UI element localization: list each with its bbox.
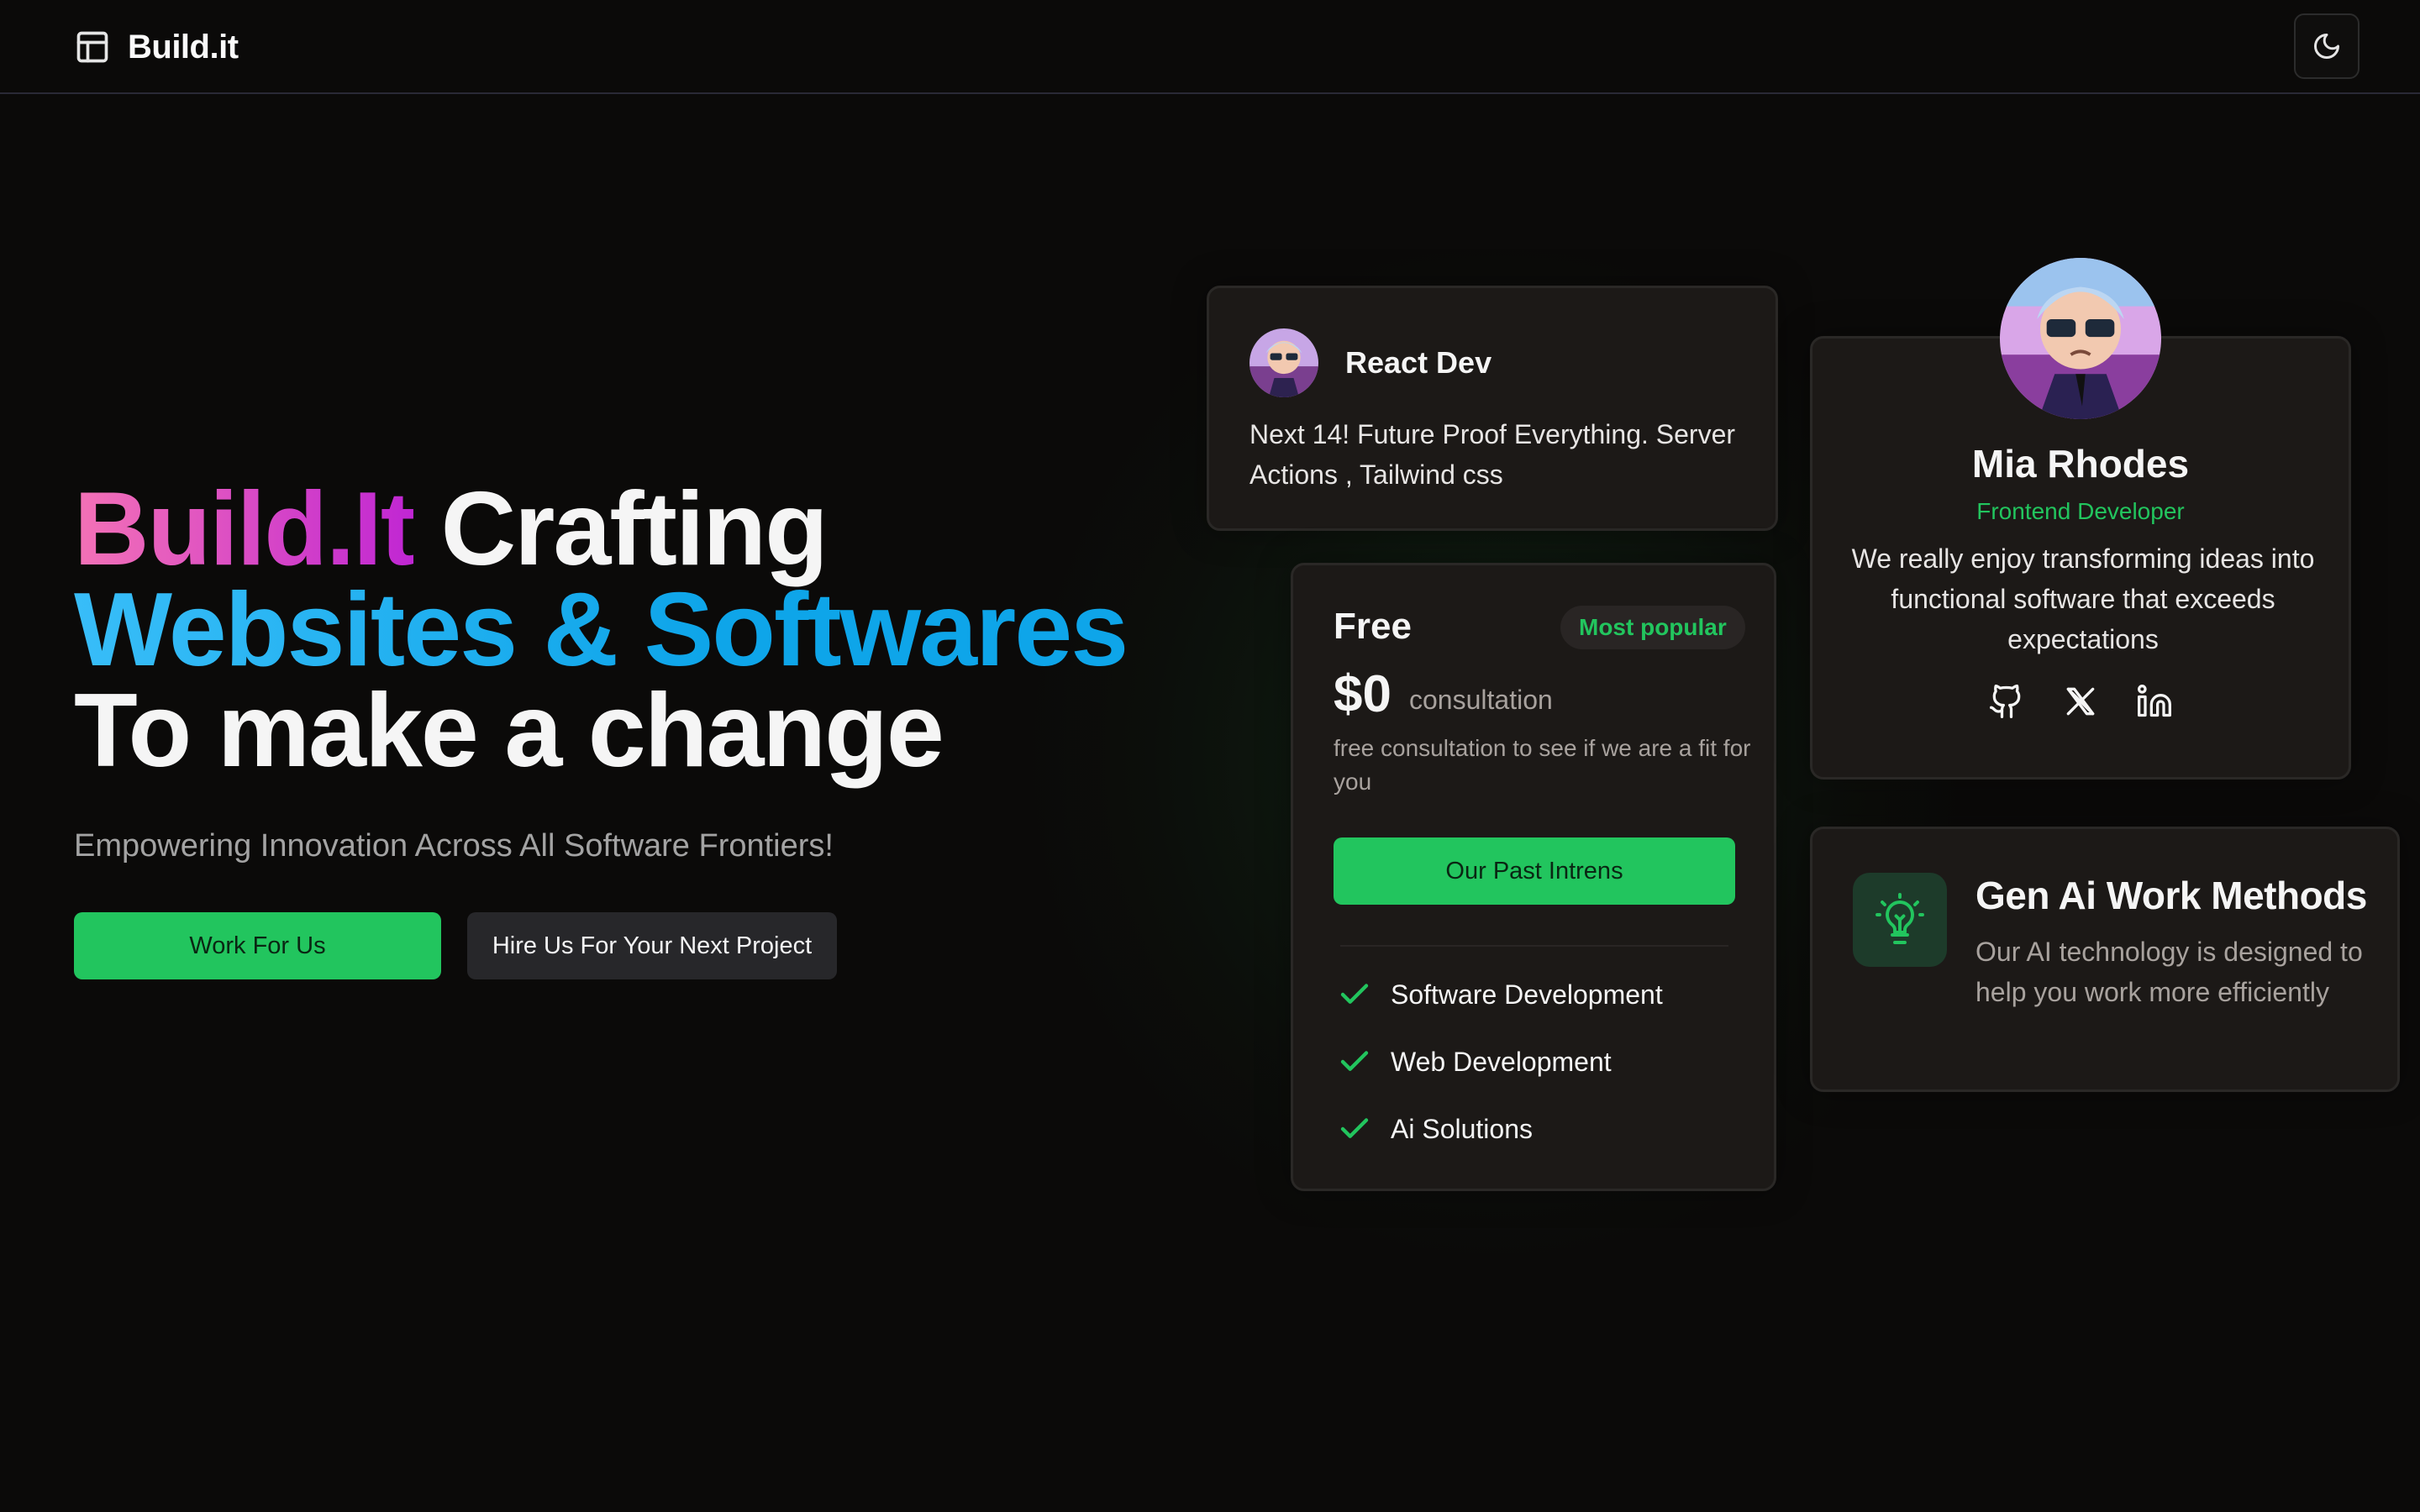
gen-ai-card: Gen Ai Work Methods Our AI technology is… xyxy=(1810,827,2400,1092)
x-icon[interactable] xyxy=(2062,683,2099,720)
brand-name: Build.it xyxy=(128,28,239,66)
layout-panel-icon xyxy=(76,31,108,63)
social-links xyxy=(1812,683,2349,720)
feature-item: Software Development xyxy=(1337,977,1663,1012)
most-popular-badge: Most popular xyxy=(1560,606,1745,649)
react-dev-title: React Dev xyxy=(1345,345,1492,380)
check-icon xyxy=(1340,1118,1369,1138)
page: Build.it Build.It Crafting Websites & So… xyxy=(0,0,2420,1512)
hero-title-brand: Build.It xyxy=(74,471,415,587)
profile-avatar xyxy=(2000,258,2161,419)
check-icon xyxy=(1340,984,1369,1004)
past-interns-button[interactable]: Our Past Intrens xyxy=(1334,837,1735,905)
lightbulb-icon xyxy=(1876,893,1924,944)
feature-item: Ai Solutions xyxy=(1337,1111,1533,1147)
hero-title-crafting: Crafting xyxy=(413,471,829,587)
profile-name: Mia Rhodes xyxy=(1971,442,2190,486)
profile-bio: We really enjoy transforming ideas into … xyxy=(1851,543,2315,654)
feature-item: Web Development xyxy=(1337,1044,1612,1079)
react-dev-avatar xyxy=(1249,328,1318,397)
hire-us-button[interactable]: Hire Us For Your Next Project xyxy=(467,912,837,979)
hero-title: Build.It Crafting Websites & Softwares T… xyxy=(74,477,1128,789)
check-icon xyxy=(1340,1051,1369,1071)
moon-icon xyxy=(2314,34,2339,59)
plan-name: Free xyxy=(1334,606,1412,647)
plan-description: free consultation to see if we are a fit… xyxy=(1334,735,1751,795)
ai-icon-tile xyxy=(1853,873,1947,967)
plan-unit: consultation xyxy=(1409,685,1553,715)
github-icon[interactable] xyxy=(1988,683,2025,720)
react-dev-card: React Dev Next 14! Future Proof Everythi… xyxy=(1207,286,1778,531)
plan-price: $0 xyxy=(1334,665,1392,723)
pricing-card: Free Most popular $0 consultation free c… xyxy=(1291,563,1776,1191)
hero-title-line3: To make a change xyxy=(74,673,944,789)
brand-link[interactable]: Build.it xyxy=(74,24,239,71)
theme-toggle-button[interactable] xyxy=(2294,13,2360,79)
gen-ai-body: Our AI technology is designed to help yo… xyxy=(1975,937,2363,1007)
linkedin-icon[interactable] xyxy=(2136,683,2173,720)
profile-role: Frontend Developer xyxy=(1976,498,2185,524)
feature-label: Ai Solutions xyxy=(1391,1113,1533,1144)
top-nav: Build.it xyxy=(0,0,2420,94)
gen-ai-title: Gen Ai Work Methods xyxy=(1975,874,2367,917)
hero-title-line2: Websites & Softwares xyxy=(74,572,1128,688)
feature-label: Web Development xyxy=(1391,1046,1612,1077)
divider xyxy=(1340,945,1728,947)
feature-label: Software Development xyxy=(1391,979,1663,1010)
work-for-us-button[interactable]: Work For Us xyxy=(74,912,441,979)
hero-subtitle: Empowering Innovation Across All Softwar… xyxy=(74,828,834,864)
react-dev-body: Next 14! Future Proof Everything. Server… xyxy=(1249,419,1736,490)
